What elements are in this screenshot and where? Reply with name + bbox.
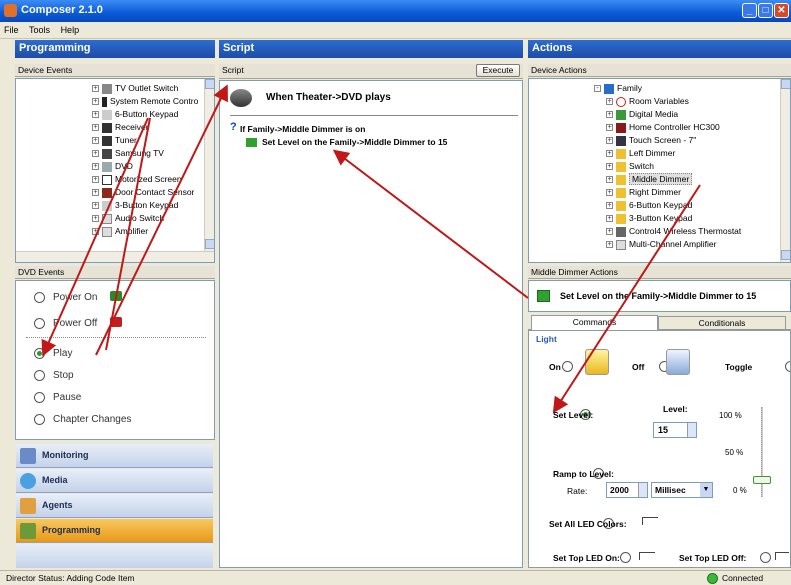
arrow-dvd-link [105,117,151,351]
arrow-dvd-to-play [41,117,149,357]
arrow-action-to-script [332,149,529,299]
annotation-arrows [41,84,701,414]
arrow-play-to-script [95,84,228,356]
arrow-dimmer-to-setlevel [552,184,701,414]
